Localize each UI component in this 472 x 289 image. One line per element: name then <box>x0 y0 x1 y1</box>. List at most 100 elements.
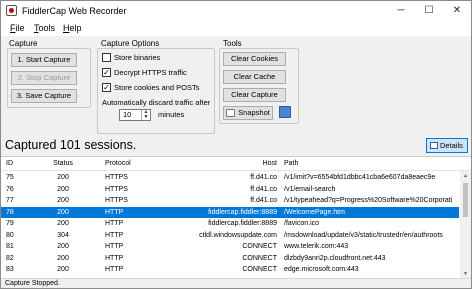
options-group-title: Capture Options <box>101 39 160 48</box>
cell-id: 83 <box>6 266 14 273</box>
fiddler-app-icon <box>6 5 17 16</box>
cell-status: 200 <box>57 185 69 193</box>
stop-capture-button[interactable]: 2. Stop Capture <box>11 71 77 85</box>
cell-path: /v1/imit?v=6554bfd1dbbc41cba6e607da8eaec… <box>284 174 436 181</box>
cell-status: 200 <box>57 220 69 227</box>
menu-tools-label: ools <box>38 23 56 33</box>
close-button[interactable]: ✕ <box>443 1 471 21</box>
store-cookies-checkbox[interactable]: ✓ <box>102 83 111 92</box>
details-button[interactable]: Details <box>426 138 468 153</box>
menu-help[interactable]: Help <box>63 23 82 33</box>
cell-protocol: HTTPS <box>105 197 128 204</box>
discard-minutes-value: 10 <box>123 110 132 119</box>
cell-path: /WelcomePage.htm <box>284 208 345 216</box>
cell-host: fiddlercap.fiddler:8889 <box>208 220 277 227</box>
save-capture-button[interactable]: 3. Save Capture <box>11 89 77 103</box>
cell-host: CONNECT <box>242 254 277 262</box>
cell-status: 304 <box>57 231 69 239</box>
menu-file[interactable]: File <box>10 23 25 33</box>
minimize-button[interactable]: ─ <box>387 1 415 21</box>
cell-status: 200 <box>57 243 69 250</box>
cell-protocol: HTTP <box>105 208 124 216</box>
table-row[interactable]: 82 200 HTTP CONNECT dlzbdy9anri2p.cloudf… <box>1 253 459 265</box>
cell-path: www.telerik.com:443 <box>284 243 349 250</box>
store-binaries-label: Store binaries <box>114 53 161 62</box>
cell-id: 75 <box>6 174 14 181</box>
table-row[interactable]: 81 200 HTTP CONNECT www.telerik.com:443 <box>1 241 459 253</box>
tools-group-title: Tools <box>223 39 242 48</box>
cell-protocol: HTTP <box>105 243 124 250</box>
table-row[interactable]: 77 200 HTTPS ff.d41.co /v1/typeahead?q=P… <box>1 195 459 207</box>
table-row[interactable]: 83 200 HTTP CONNECT edge.microsoft.com:4… <box>1 264 459 276</box>
scrollbar-thumb[interactable] <box>463 183 468 217</box>
cell-protocol: HTTPS <box>105 185 128 193</box>
control-panel: Capture 1. Start Capture 2. Stop Capture… <box>1 36 471 136</box>
scroll-up-icon[interactable]: ▲ <box>460 171 471 181</box>
maximize-button[interactable]: ☐ <box>415 1 443 21</box>
camera-icon <box>226 109 235 117</box>
cell-status: 200 <box>57 174 69 181</box>
status-bar: Capture Stopped. <box>1 278 471 288</box>
col-header-path[interactable]: Path <box>284 157 456 171</box>
table-header: ID Status Protocol Host Path <box>1 157 471 171</box>
capture-group-title: Capture <box>9 39 38 48</box>
sessions-table[interactable]: ID Status Protocol Host Path 75 200 HTTP… <box>1 156 471 278</box>
scroll-down-icon[interactable]: ▼ <box>460 269 471 278</box>
spinner-arrows-icon[interactable]: ▲ ▼ <box>141 110 150 120</box>
cell-status: 200 <box>57 254 69 262</box>
cell-host: fiddlercap.fiddler:8889 <box>208 208 277 216</box>
cell-path: /favicon.ico <box>284 220 320 227</box>
store-binaries-checkbox[interactable] <box>102 53 111 62</box>
col-header-status[interactable]: Status <box>43 157 83 171</box>
cell-id: 76 <box>6 185 14 193</box>
col-header-id[interactable]: ID <box>6 157 28 171</box>
auto-discard-label: Automatically discard traffic after <box>102 98 211 107</box>
clear-cookies-button[interactable]: Clear Cookies <box>223 52 286 66</box>
menu-help-label: elp <box>69 23 82 33</box>
cell-protocol: HTTPS <box>105 174 128 181</box>
col-header-protocol[interactable]: Protocol <box>105 157 155 171</box>
cell-status: 200 <box>57 208 69 216</box>
cell-status: 200 <box>57 197 69 204</box>
cell-path: /msdownload/update/v3/static/trustedr/en… <box>284 231 443 239</box>
vertical-scrollbar[interactable]: ▲ ▼ <box>460 171 471 278</box>
cell-id: 77 <box>6 197 14 204</box>
table-row-selected[interactable]: 78 200 HTTP fiddlercap.fiddler:8889 /Wel… <box>1 206 459 218</box>
cell-id: 78 <box>6 208 14 216</box>
col-header-host[interactable]: Host <box>151 157 277 171</box>
cell-host: CONNECT <box>242 243 277 250</box>
details-icon <box>430 142 438 149</box>
minutes-label: minutes <box>158 110 185 119</box>
discard-minutes-spinner[interactable]: 10 ▲ ▼ <box>119 109 151 121</box>
cell-path: edge.microsoft.com:443 <box>284 266 359 273</box>
session-summary: Captured 101 sessions. <box>5 138 137 152</box>
menu-file-label: ile <box>15 23 25 33</box>
snapshot-button[interactable]: Snapshot <box>223 106 273 120</box>
window-title: FiddlerCap Web Recorder <box>22 6 127 16</box>
store-cookies-label: Store cookies and POSTs <box>114 83 200 92</box>
cell-status: 200 <box>57 266 69 273</box>
menu-tools[interactable]: Tools <box>34 23 55 33</box>
cell-path: /v1/typeahead?q=Progress%20Software%20Co… <box>284 197 453 204</box>
cell-protocol: HTTP <box>105 266 124 273</box>
cell-host: ff.d41.co <box>250 185 277 193</box>
start-capture-button[interactable]: 1. Start Capture <box>11 53 77 67</box>
cell-protocol: HTTP <box>105 231 124 239</box>
table-row[interactable]: 80 304 HTTP ctldl.windowsupdate.com /msd… <box>1 230 459 242</box>
decrypt-https-label: Decrypt HTTPS traffic <box>114 68 187 77</box>
cell-protocol: HTTP <box>105 254 124 262</box>
app-window: FiddlerCap Web Recorder ─ ☐ ✕ File Tools… <box>0 0 472 289</box>
cell-path: /v1/email-search <box>284 185 336 193</box>
clear-cache-button[interactable]: Clear Cache <box>223 70 286 84</box>
cell-id: 79 <box>6 220 14 227</box>
title-bar: FiddlerCap Web Recorder ─ ☐ ✕ <box>1 1 471 21</box>
clear-capture-button[interactable]: Clear Capture <box>223 88 286 102</box>
snapshot-label: Snapshot <box>238 108 270 117</box>
decrypt-https-checkbox[interactable]: ✓ <box>102 68 111 77</box>
table-row[interactable]: 79 200 HTTP fiddlercap.fiddler:8889 /fav… <box>1 218 459 230</box>
table-row[interactable]: 75 200 HTTPS ff.d41.co /v1/imit?v=6554bf… <box>1 172 459 184</box>
flag-icon[interactable] <box>279 106 291 118</box>
cell-id: 80 <box>6 231 14 239</box>
table-row[interactable]: 76 200 HTTPS ff.d41.co /v1/email-search <box>1 184 459 196</box>
cell-path: dlzbdy9anri2p.cloudfront.net:443 <box>284 254 386 262</box>
